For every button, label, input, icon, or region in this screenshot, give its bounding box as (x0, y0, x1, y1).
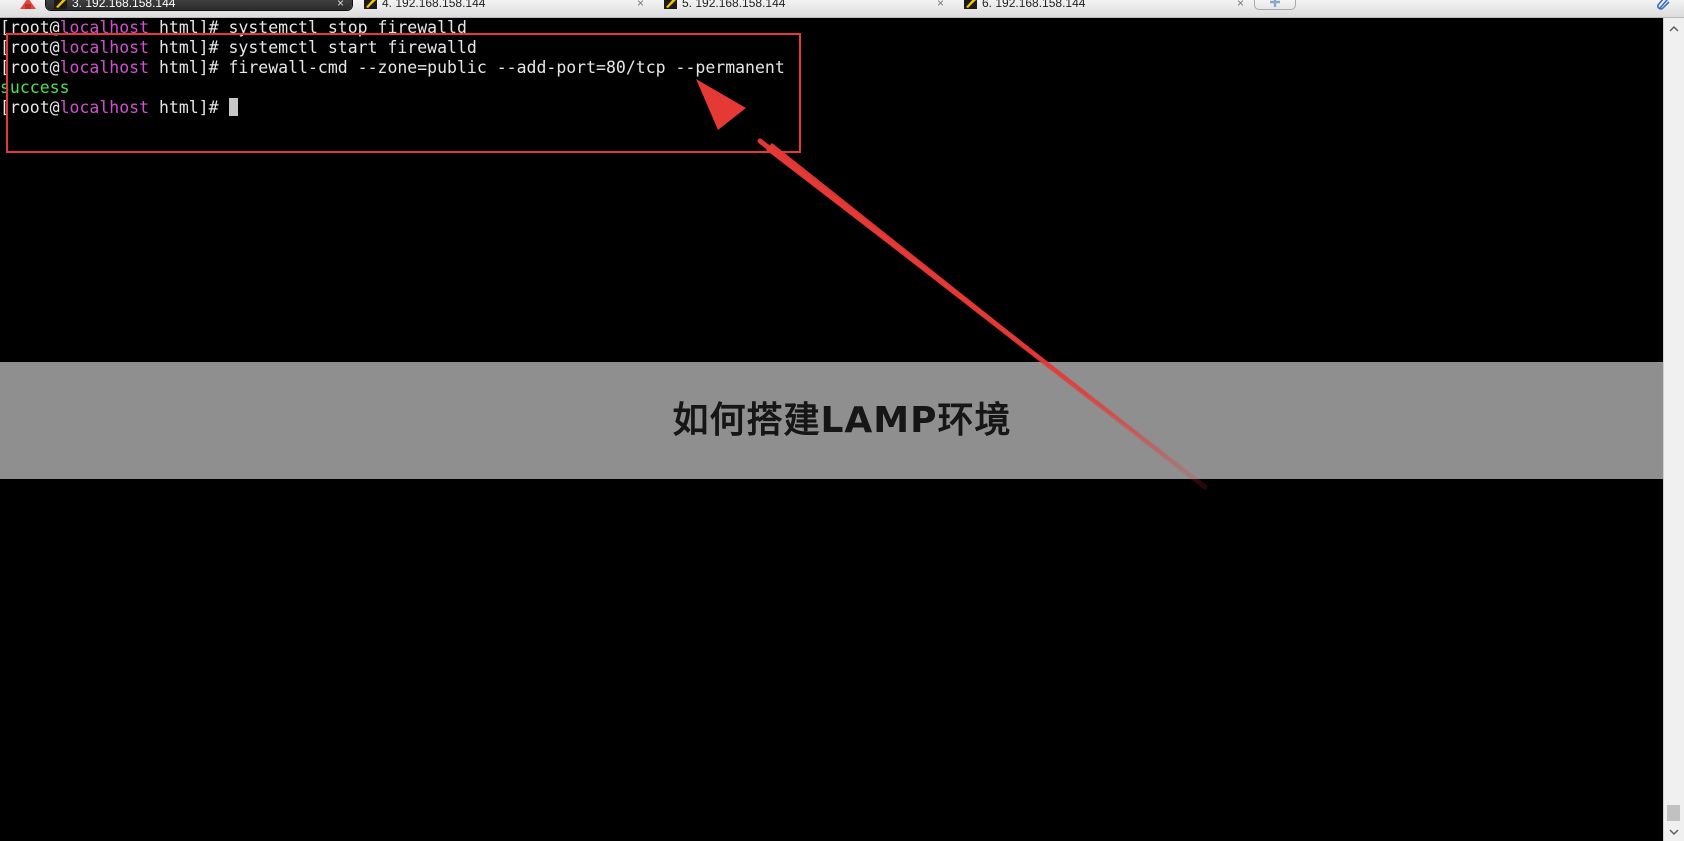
scroll-thumb[interactable] (1667, 805, 1680, 821)
chevron-up-icon[interactable] (1664, 20, 1684, 38)
terminal-window: 3. 192.168.158.144 × 4. 192.168.158.144 … (0, 0, 1684, 841)
putty-terminal-icon (664, 0, 677, 9)
paperclip-icon[interactable] (1656, 0, 1672, 10)
putty-terminal-icon (964, 0, 977, 9)
new-tab-button[interactable] (1254, 0, 1296, 10)
tab-label: 6. 192.168.158.144 (982, 0, 1086, 10)
overlay-title: 如何搭建LAMP环境 (672, 400, 1012, 441)
annotation-highlight-box (6, 33, 801, 153)
chevron-down-icon[interactable] (1664, 823, 1684, 841)
close-icon[interactable]: × (337, 0, 344, 11)
tab-label: 5. 192.168.158.144 (682, 0, 786, 10)
close-icon[interactable]: × (937, 0, 944, 11)
putty-terminal-icon (364, 0, 377, 9)
title-banner: 如何搭建LAMP环境 (0, 362, 1663, 479)
app-logo-icon[interactable] (18, 0, 38, 10)
close-icon[interactable]: × (637, 0, 644, 11)
session-tab-3[interactable]: 3. 192.168.158.144 × (46, 0, 352, 10)
session-tab-strip: 3. 192.168.158.144 × 4. 192.168.158.144 … (0, 0, 1684, 18)
plus-icon (1270, 0, 1280, 7)
session-tab-5[interactable]: 5. 192.168.158.144 × (656, 0, 952, 10)
tab-label: 4. 192.168.158.144 (382, 0, 486, 10)
putty-terminal-icon (54, 0, 67, 9)
session-tab-4[interactable]: 4. 192.168.158.144 × (356, 0, 652, 10)
tab-label: 3. 192.168.158.144 (72, 0, 176, 10)
close-icon[interactable]: × (1237, 0, 1244, 11)
session-tab-6[interactable]: 6. 192.168.158.144 × (956, 0, 1252, 10)
